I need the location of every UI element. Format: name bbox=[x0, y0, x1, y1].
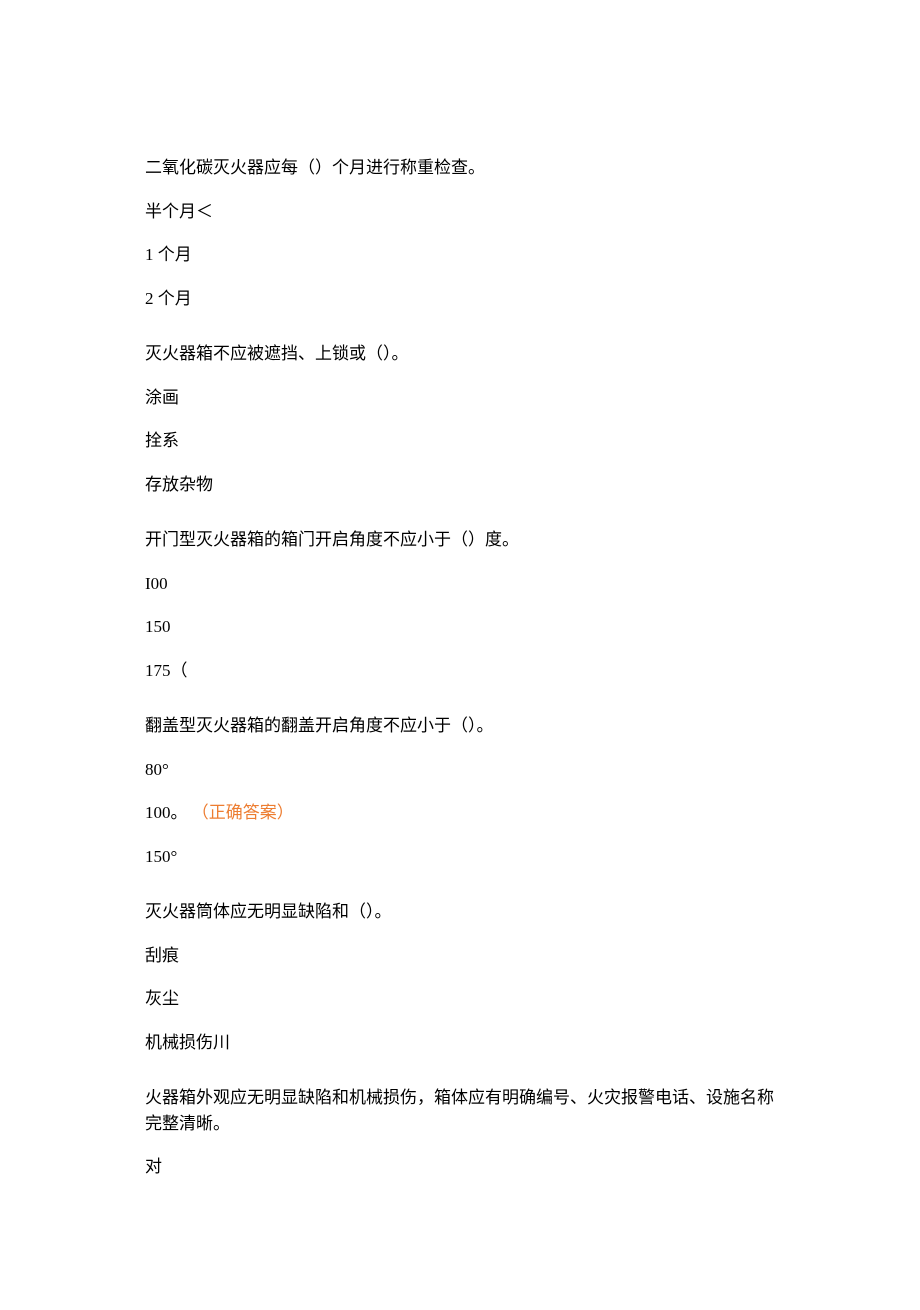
question-stem: 翻盖型灭火器箱的翻盖开启角度不应小于（）。 bbox=[145, 713, 775, 739]
answer-option: 灰尘 bbox=[145, 986, 775, 1012]
answer-option: I00 bbox=[145, 571, 775, 597]
answer-option: 2 个月 bbox=[145, 286, 775, 312]
question-block: 二氧化碳灭火器应每（）个月进行称重检查。 半个月＜ 1 个月 2 个月 bbox=[145, 155, 775, 311]
answer-option: 150 bbox=[145, 614, 775, 640]
answer-option: 涂画 bbox=[145, 385, 775, 411]
question-stem: 二氧化碳灭火器应每（）个月进行称重检查。 bbox=[145, 155, 775, 181]
answer-option: 刮痕 bbox=[145, 943, 775, 969]
answer-option: 存放杂物 bbox=[145, 472, 775, 498]
question-block: 开门型灭火器箱的箱门开启角度不应小于（）度。 I00 150 175（ bbox=[145, 527, 775, 683]
answer-option: 对 bbox=[145, 1154, 775, 1180]
question-block: 翻盖型灭火器箱的翻盖开启角度不应小于（）。 80° 100。 （正确答案） 15… bbox=[145, 713, 775, 869]
answer-option: 1 个月 bbox=[145, 242, 775, 268]
answer-option: 机械损伤川 bbox=[145, 1030, 775, 1056]
question-block: 灭火器箱不应被遮挡、上锁或（）。 涂画 拴系 存放杂物 bbox=[145, 341, 775, 497]
question-stem: 灭火器箱不应被遮挡、上锁或（）。 bbox=[145, 341, 775, 367]
option-text: 100。 bbox=[145, 803, 188, 822]
question-stem: 开门型灭火器箱的箱门开启角度不应小于（）度。 bbox=[145, 527, 775, 553]
document-page: 二氧化碳灭火器应每（）个月进行称重检查。 半个月＜ 1 个月 2 个月 灭火器箱… bbox=[0, 0, 920, 1310]
question-block: 灭火器筒体应无明显缺陷和（）。 刮痕 灰尘 机械损伤川 bbox=[145, 899, 775, 1055]
question-stem: 灭火器筒体应无明显缺陷和（）。 bbox=[145, 899, 775, 925]
answer-option: 半个月＜ bbox=[145, 199, 775, 225]
question-block: 火器箱外观应无明显缺陷和机械损伤，箱体应有明确编号、火灾报警电话、设施名称完整清… bbox=[145, 1085, 775, 1180]
correct-answer-label: （正确答案） bbox=[192, 803, 294, 822]
answer-option: 175（ bbox=[145, 658, 775, 684]
question-stem: 火器箱外观应无明显缺陷和机械损伤，箱体应有明确编号、火灾报警电话、设施名称完整清… bbox=[145, 1085, 775, 1136]
answer-option: 80° bbox=[145, 757, 775, 783]
answer-option: 100。 （正确答案） bbox=[145, 800, 775, 826]
answer-option: 150° bbox=[145, 844, 775, 870]
answer-option: 拴系 bbox=[145, 428, 775, 454]
